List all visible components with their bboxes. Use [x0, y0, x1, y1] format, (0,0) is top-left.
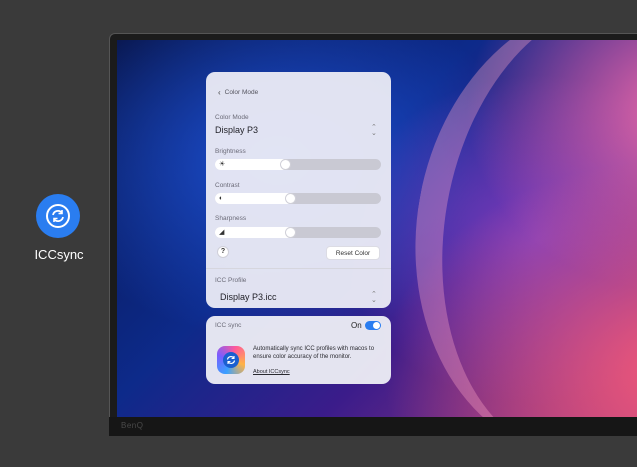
icc-sync-toggle[interactable]	[365, 321, 381, 330]
icc-sync-description: Automatically sync ICC profiles with mac…	[253, 346, 375, 360]
about-iccsync-link[interactable]: About ICCsync	[253, 369, 290, 375]
updown-chevron-icon[interactable]: ⌃ ⌄	[371, 124, 377, 137]
sharpness-slider[interactable]: ◢	[215, 227, 381, 238]
sun-icon: ☀	[219, 161, 226, 168]
slider-knob[interactable]	[280, 159, 291, 170]
divider	[206, 268, 391, 269]
color-settings-panel: ‹ Color Mode Color Mode Display P3 ⌃ ⌄ Br…	[206, 72, 391, 308]
contrast-slider[interactable]: ◐	[215, 193, 381, 204]
icc-sync-panel: ICC sync On Automatically sync ICC profi…	[206, 316, 391, 384]
monitor-bezel	[109, 417, 637, 436]
brightness-slider[interactable]: ☀	[215, 159, 381, 170]
slider-fill	[215, 227, 293, 238]
slider-knob[interactable]	[285, 227, 296, 238]
updown-chevron-icon[interactable]: ⌃ ⌄	[371, 291, 377, 304]
slider-fill	[215, 193, 293, 204]
slider-fill	[215, 159, 288, 170]
help-button[interactable]: ?	[217, 246, 229, 258]
back-button[interactable]: ‹ Color Mode	[218, 88, 258, 97]
sync-icon	[46, 204, 70, 228]
brightness-label: Brightness	[215, 148, 246, 155]
back-label: Color Mode	[224, 89, 259, 96]
icc-profile-label: ICC Profile	[215, 277, 247, 284]
reset-color-button[interactable]: Reset Color	[326, 246, 380, 260]
color-mode-select[interactable]: Display P3	[215, 125, 258, 135]
sharpness-label: Sharpness	[215, 215, 247, 222]
contrast-label: Contrast	[215, 182, 240, 189]
icc-profile-select[interactable]: Display P3.icc	[220, 292, 277, 302]
monitor-brand: BenQ	[121, 421, 144, 430]
app-label: ICCsync	[34, 247, 84, 262]
toggle-state-label: On	[351, 321, 362, 330]
iccsync-logo	[217, 346, 245, 374]
contrast-icon: ◐	[219, 195, 224, 202]
color-mode-label: Color Mode	[215, 114, 249, 121]
sharpness-icon: ◢	[219, 229, 225, 236]
sync-icon	[226, 356, 236, 364]
iccsync-app-icon[interactable]	[36, 194, 80, 238]
chevron-left-icon: ‹	[218, 88, 221, 97]
slider-knob[interactable]	[285, 193, 296, 204]
icc-sync-title: ICC sync	[215, 322, 242, 329]
